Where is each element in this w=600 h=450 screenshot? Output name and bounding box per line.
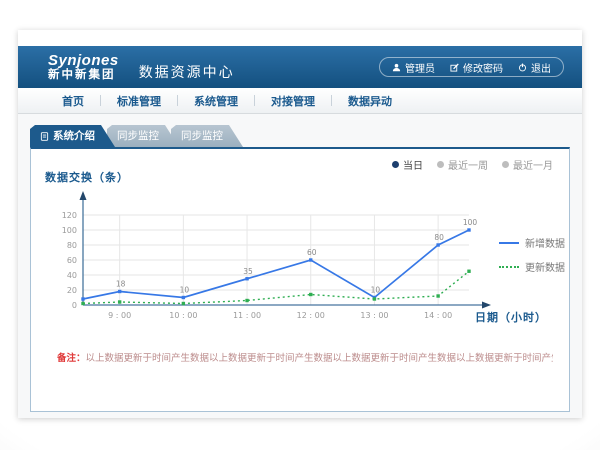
filter-last-week[interactable]: 最近一周 — [437, 157, 488, 172]
user-toolbar: 管理员 修改密码 退出 — [379, 57, 564, 77]
current-user-button[interactable]: 管理员 — [392, 60, 435, 75]
tab-bar: 系统介绍 同步监控 同步监控 — [30, 125, 235, 147]
filter-today[interactable]: 当日 — [392, 157, 423, 172]
change-password-label: 修改密码 — [463, 60, 503, 75]
x-axis-title: 日期（小时） — [475, 309, 547, 325]
legend-label: 更新数据 — [525, 259, 565, 274]
svg-text:10: 10 — [371, 286, 381, 295]
svg-text:18: 18 — [116, 280, 126, 289]
tab-sync-monitor-1[interactable]: 同步监控 — [107, 125, 179, 147]
tab-sync-monitor-2[interactable]: 同步监控 — [171, 125, 243, 147]
svg-text:0: 0 — [72, 301, 77, 310]
svg-text:35: 35 — [243, 267, 253, 276]
tab-label: 同步监控 — [181, 125, 223, 147]
svg-text:80: 80 — [434, 233, 444, 242]
footnote-text: 以上数据更新于时间产生数据以上数据更新于时间产生数据以上数据更新于时间产生数据以… — [86, 353, 553, 364]
page-title: 数据资源中心 — [139, 62, 235, 82]
radio-icon — [437, 161, 444, 168]
logout-label: 退出 — [531, 60, 551, 75]
user-icon — [392, 63, 401, 72]
legend-label: 新增数据 — [525, 235, 565, 250]
current-user-label: 管理员 — [405, 60, 435, 75]
tab-label: 同步监控 — [117, 125, 159, 147]
green-line-sample — [499, 266, 519, 268]
filter-label: 当日 — [403, 157, 423, 172]
tab-system-intro[interactable]: 系统介绍 — [30, 125, 115, 147]
nav-item-system-mgmt[interactable]: 系统管理 — [178, 93, 254, 109]
svg-text:120: 120 — [62, 211, 77, 220]
browser-page: Synjones 新中新集团 数据资源中心 管理员 修改密码 — [18, 30, 582, 418]
tab-label: 系统介绍 — [53, 125, 95, 147]
svg-text:10: 10 — [180, 286, 190, 295]
svg-text:40: 40 — [67, 271, 77, 280]
footnote-label: 备注： — [57, 353, 86, 364]
edit-icon — [450, 63, 459, 72]
chart-panel: 当日 最近一周 最近一月 数据交换（条） 0 20 40 60 80 100 120 9 : … — [30, 147, 570, 412]
svg-text:80: 80 — [67, 241, 77, 250]
nav-item-home[interactable]: 首页 — [46, 93, 100, 109]
svg-text:14 : 00: 14 : 00 — [424, 311, 452, 320]
main-nav: 首页 标准管理 系统管理 对接管理 数据异动 — [18, 88, 582, 114]
nav-item-standard-mgmt[interactable]: 标准管理 — [101, 93, 177, 109]
svg-text:20: 20 — [67, 286, 77, 295]
logo: Synjones 新中新集团 — [48, 53, 119, 81]
footnote: 备注：以上数据更新于时间产生数据以上数据更新于时间产生数据以上数据更新于时间产生… — [57, 352, 553, 365]
chart-legend: 新增数据 更新数据 — [499, 235, 565, 274]
blue-line-sample — [499, 242, 519, 244]
radio-icon — [502, 161, 509, 168]
time-range-filters: 当日 最近一周 最近一月 — [392, 157, 553, 172]
svg-text:10 : 00: 10 : 00 — [169, 311, 197, 320]
svg-text:100: 100 — [62, 226, 77, 235]
svg-text:12 : 00: 12 : 00 — [297, 311, 325, 320]
logo-company-name: 新中新集团 — [48, 69, 119, 81]
nav-item-data-changes[interactable]: 数据异动 — [332, 93, 408, 109]
document-icon — [40, 132, 49, 141]
filter-label: 最近一月 — [513, 157, 553, 172]
filter-last-month[interactable]: 最近一月 — [502, 157, 553, 172]
svg-text:100: 100 — [463, 218, 478, 227]
line-chart: 0 20 40 60 80 100 120 9 : 00 10 : 00 11 : 00 12 : … — [45, 187, 495, 337]
logout-button[interactable]: 退出 — [518, 60, 551, 75]
legend-item-new-data: 新增数据 — [499, 235, 565, 250]
nav-item-interface-mgmt[interactable]: 对接管理 — [255, 93, 331, 109]
svg-text:13 : 00: 13 : 00 — [360, 311, 388, 320]
legend-item-updated-data: 更新数据 — [499, 259, 565, 274]
svg-text:60: 60 — [307, 248, 317, 257]
content-area: 系统介绍 同步监控 同步监控 当日 最近一周 — [18, 114, 582, 418]
filter-label: 最近一周 — [448, 157, 488, 172]
svg-text:9 : 00: 9 : 00 — [108, 311, 131, 320]
power-icon — [518, 63, 527, 72]
app-header: Synjones 新中新集团 数据资源中心 管理员 修改密码 — [18, 46, 582, 88]
change-password-button[interactable]: 修改密码 — [450, 60, 503, 75]
svg-text:11 : 00: 11 : 00 — [233, 311, 261, 320]
logo-wordmark: Synjones — [48, 53, 119, 69]
svg-text:60: 60 — [67, 256, 77, 265]
radio-icon — [392, 161, 399, 168]
y-axis-title: 数据交换（条） — [45, 169, 129, 185]
